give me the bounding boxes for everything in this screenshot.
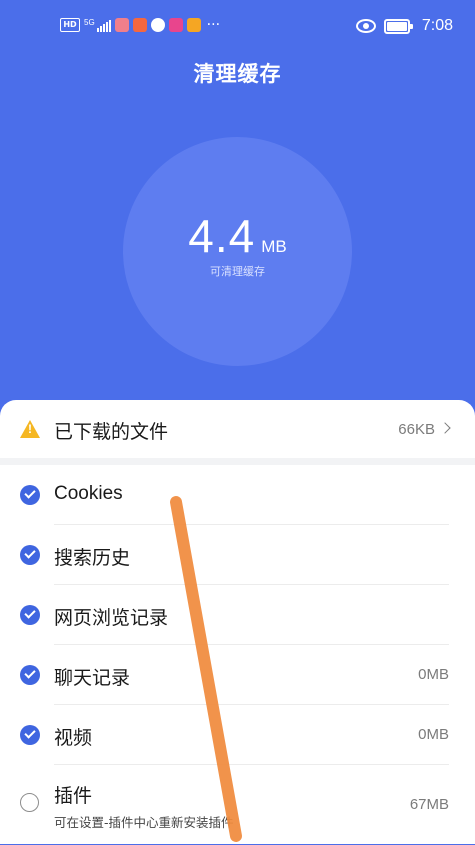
list-item-video[interactable]: 视频 0MB [0,705,475,765]
app-notification-icon [114,18,129,32]
cache-size-label: 可清理缓存 [210,265,265,278]
cache-size-unit: MB [261,237,287,256]
warning-exclamation: ! [28,422,32,436]
network-type: 5G [84,18,95,27]
list-item-search-history[interactable]: 搜索历史 [0,525,475,585]
header: HD 5G ··· 7:08 清理缓存 4.4 MB 可清理缓存 [0,0,475,420]
hd-icon: HD [60,18,80,32]
item-label: Cookies [54,483,123,504]
item-size: 0MB [418,726,449,743]
item-label: 插件 [54,785,93,807]
cache-size: 4.4 MB [123,209,352,263]
checkbox-unchecked-icon[interactable] [20,793,39,812]
list-item-chat-history[interactable]: 聊天记录 0MB [0,645,475,705]
item-label: 聊天记录 [54,667,131,689]
cache-item-list: Cookies 搜索历史 网页浏览记录 聊天记录 0MB 视频 0MB 插件 可… [0,465,475,845]
checkbox-checked-icon[interactable] [20,725,40,745]
list-item-browsing-history[interactable]: 网页浏览记录 [0,585,475,645]
checkbox-checked-icon[interactable] [20,605,40,625]
game-app-icon [168,18,183,32]
checkbox-checked-icon[interactable] [20,485,40,505]
signal-icon [96,18,111,32]
more-notifications-icon: ··· [206,17,221,33]
status-icons: HD 5G ··· [60,18,220,32]
checkbox-checked-icon[interactable] [20,665,40,685]
downloaded-files-row[interactable]: ! 已下载的文件 66KB [0,400,475,458]
cache-options-sheet: ! 已下载的文件 66KB Cookies 搜索历史 网页浏览记录 聊天记录 0… [0,400,475,844]
chevron-right-icon [439,422,451,434]
status-time: 7:08 [421,17,453,34]
eye-comfort-icon [355,19,376,33]
downloaded-files-size: 66KB [398,421,435,438]
item-label: 视频 [54,727,93,749]
battery-icon [383,18,413,34]
item-label: 搜索历史 [54,547,131,569]
item-size: 0MB [418,666,449,683]
item-label: 网页浏览记录 [54,607,169,629]
wechat-icon [150,18,165,32]
cache-size-circle: 4.4 MB 可清理缓存 [123,137,352,366]
list-item-plugins[interactable]: 插件 可在设置-插件中心重新安装插件 67MB [0,765,475,845]
section-divider [0,458,475,465]
page-title: 清理缓存 [193,62,282,86]
cache-size-value: 4.4 [188,210,256,262]
status-bar: HD 5G ··· 7:08 [0,14,475,42]
downloaded-files-label: 已下载的文件 [54,421,169,443]
item-subtitle: 可在设置-插件中心重新安装插件 [54,815,234,830]
status-right: 7:08 [355,17,453,35]
shield-app-icon [186,18,201,32]
taobao-icon [132,18,147,32]
item-size: 67MB [409,796,449,813]
list-item-cookies[interactable]: Cookies [0,465,475,525]
checkbox-checked-icon[interactable] [20,545,40,565]
